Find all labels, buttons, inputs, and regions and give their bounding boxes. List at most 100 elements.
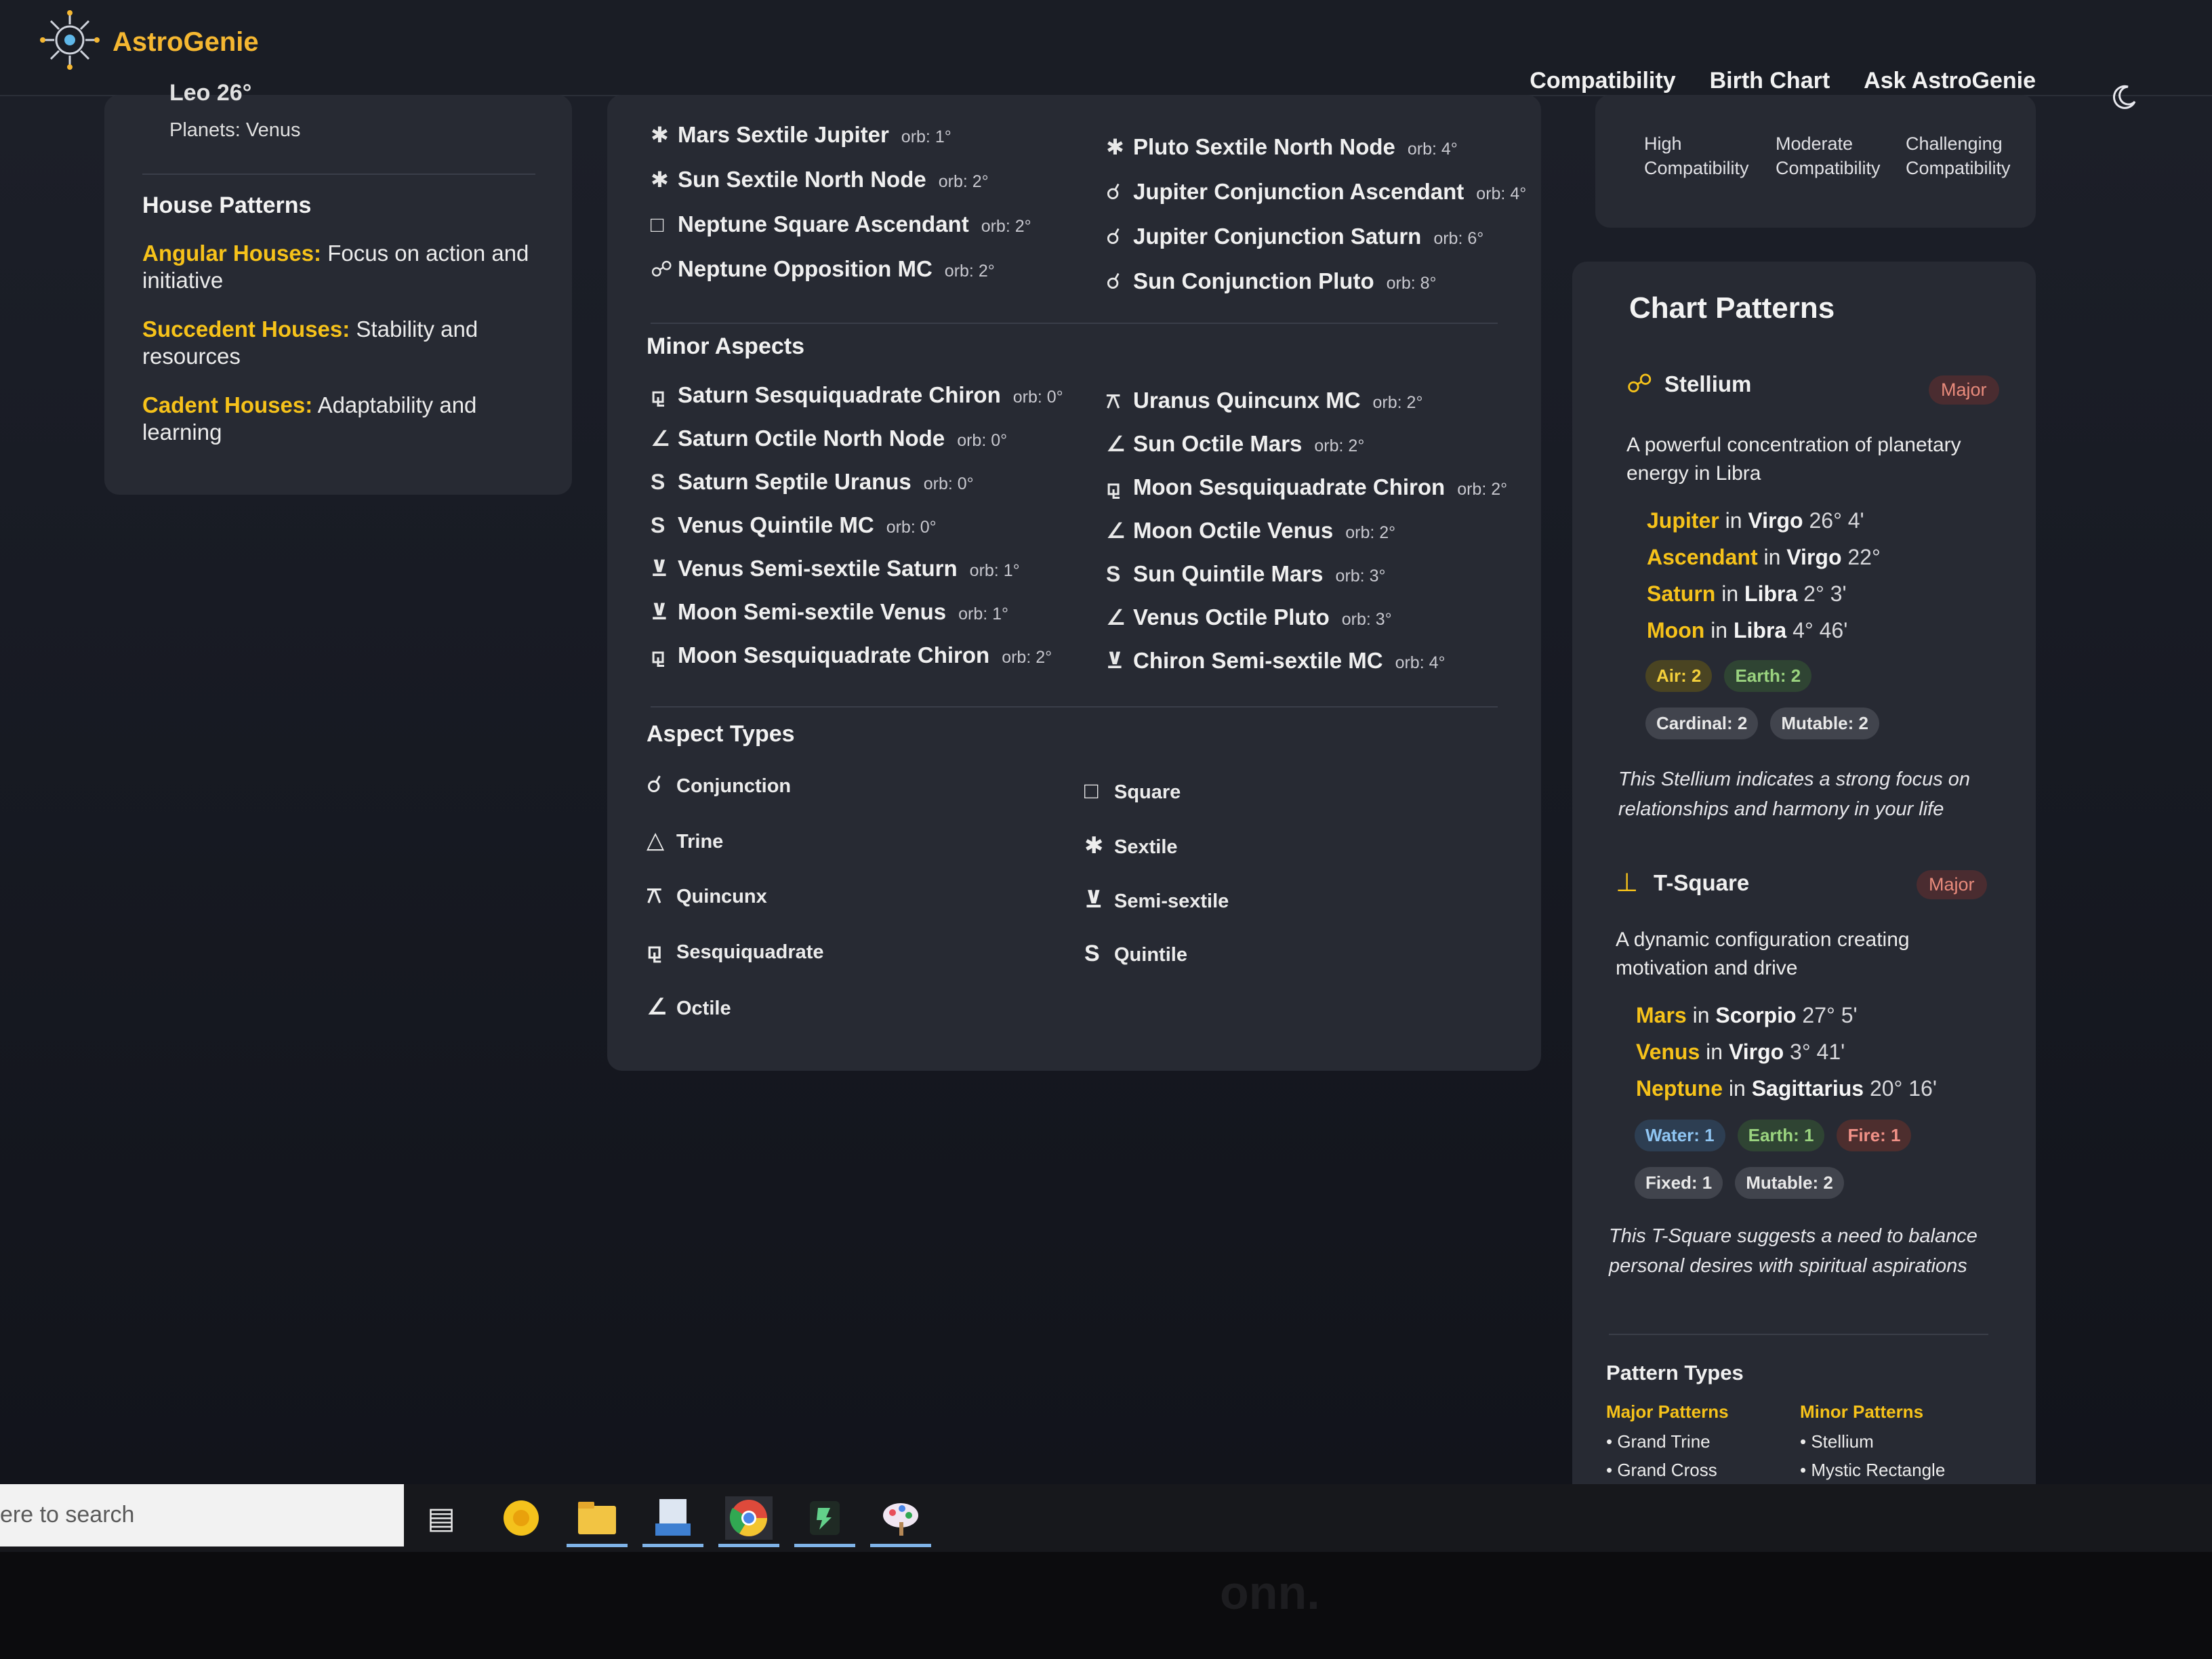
quintile-icon: S bbox=[651, 513, 665, 537]
conjunction-icon: ☌ bbox=[1106, 224, 1121, 249]
aspect-orb: orb: 0° bbox=[886, 518, 937, 537]
house-patterns-title: House Patterns bbox=[142, 192, 312, 218]
pattern-note: This Stellium indicates a strong focus o… bbox=[1618, 769, 1971, 820]
planet-name: Jupiter bbox=[1647, 508, 1719, 533]
aspect-item: ☍ Neptune Opposition MC orb: 2° bbox=[651, 256, 995, 282]
planet-degree: 27° 5' bbox=[1802, 1003, 1858, 1027]
aspect-item: ✱ Pluto Sextile North Node orb: 4° bbox=[1106, 134, 1458, 160]
chip-water: Water: 1 bbox=[1635, 1120, 1725, 1151]
code-editor-icon[interactable] bbox=[801, 1496, 848, 1540]
file-explorer-icon[interactable] bbox=[573, 1496, 621, 1540]
square-icon: □ bbox=[1084, 778, 1099, 804]
aspect-orb: orb: 3° bbox=[1335, 567, 1386, 586]
aspect-item: □ Neptune Square Ascendant orb: 2° bbox=[651, 211, 1031, 237]
minor-aspects-title: Minor Aspects bbox=[647, 333, 805, 359]
planet-sign: Virgo bbox=[1748, 508, 1803, 533]
chrome-icon[interactable] bbox=[725, 1496, 773, 1540]
sign-partial: Leo 26° bbox=[169, 80, 252, 106]
aspect-type-item: △ Trine bbox=[647, 827, 723, 854]
house-key: Succedent Houses: bbox=[142, 316, 350, 342]
aspect-orb: orb: 0° bbox=[957, 431, 1008, 450]
aspect-orb: orb: 2° bbox=[1457, 480, 1508, 499]
taskbar: ere to search ▤ bbox=[0, 1484, 2212, 1552]
chip-mutable: Mutable: 2 bbox=[1735, 1167, 1844, 1199]
task-view-icon[interactable]: ▤ bbox=[417, 1496, 465, 1540]
aspect-type-name: Sesquiquadrate bbox=[676, 941, 824, 963]
pattern-planet: Mars in Scorpio 27° 5' bbox=[1636, 1003, 1858, 1028]
aspect-orb: orb: 1° bbox=[969, 561, 1020, 580]
aspect-name: Uranus Quincunx MC bbox=[1133, 388, 1361, 413]
octile-icon: ∠ bbox=[1106, 605, 1126, 630]
brand-name[interactable]: AstroGenie bbox=[112, 27, 259, 58]
semi-sextile-icon: ⊻ bbox=[651, 600, 668, 624]
pattern-description: A dynamic configuration creating motivat… bbox=[1616, 928, 1910, 979]
screen: AstroGenie Compatibility Birth Chart Ask… bbox=[0, 0, 2212, 1484]
in-word: in bbox=[1725, 508, 1742, 533]
aspect-orb: orb: 3° bbox=[1341, 610, 1392, 629]
square-icon: □ bbox=[651, 212, 664, 237]
legend-moderate: Moderate Compatibility bbox=[1776, 134, 1881, 178]
aspect-name: Neptune Opposition MC bbox=[678, 256, 933, 281]
aspect-type-name: Semi-sextile bbox=[1114, 890, 1229, 912]
document-app-icon[interactable] bbox=[649, 1496, 697, 1540]
divider bbox=[651, 323, 1498, 324]
app-yellow-icon[interactable] bbox=[497, 1496, 545, 1540]
aspect-name: Sun Octile Mars bbox=[1133, 431, 1303, 456]
in-word: in bbox=[1706, 1040, 1723, 1064]
astrogenie-logo-icon[interactable] bbox=[39, 9, 100, 70]
element-chips: Water: 1 Earth: 1 Fire: 1 bbox=[1635, 1120, 1912, 1151]
octile-icon: ∠ bbox=[647, 994, 668, 1020]
chart-patterns-card: Chart Patterns ☍ Stellium Major A powerfu… bbox=[1572, 262, 2036, 1484]
pattern-planet: Venus in Virgo 3° 41' bbox=[1636, 1040, 1845, 1065]
aspect-name: Jupiter Conjunction Saturn bbox=[1133, 224, 1422, 249]
planet-sign: Virgo bbox=[1728, 1040, 1784, 1064]
nav-compatibility[interactable]: Compatibility bbox=[1530, 68, 1675, 94]
taskbar-search-input[interactable]: ere to search bbox=[0, 1484, 404, 1547]
tsquare-header[interactable]: ⊥ T-Square bbox=[1616, 867, 1749, 898]
active-indicator bbox=[642, 1544, 703, 1547]
aspect-name: Saturn Sesquiquadrate Chiron bbox=[678, 382, 1001, 407]
aspect-item: ⚻ Uranus Quincunx MC orb: 2° bbox=[1106, 388, 1422, 414]
paint-app-icon[interactable] bbox=[877, 1496, 924, 1540]
planet-name: Saturn bbox=[1647, 581, 1716, 606]
aspect-orb: orb: 4° bbox=[1407, 140, 1458, 159]
semi-sextile-icon: ⊻ bbox=[1084, 887, 1103, 913]
active-indicator bbox=[870, 1544, 931, 1547]
pattern-type-item: • Stellium bbox=[1800, 1431, 1874, 1452]
pattern-planet: Moon in Libra 4° 46' bbox=[1647, 618, 1847, 643]
aspect-name: Moon Sesquiquadrate Chiron bbox=[678, 642, 990, 668]
pattern-planet: Saturn in Libra 2° 3' bbox=[1647, 581, 1847, 607]
active-indicator bbox=[718, 1544, 779, 1547]
aspect-name: Chiron Semi-sextile MC bbox=[1133, 648, 1383, 673]
house-key: Angular Houses: bbox=[142, 241, 322, 266]
legend-challenging: Challenging Compatibility bbox=[1906, 134, 2011, 178]
chart-patterns-title: Chart Patterns bbox=[1629, 291, 1835, 325]
stellium-header[interactable]: ☍ Stellium bbox=[1626, 369, 1751, 399]
tsquare-icon: ⊥ bbox=[1616, 869, 1639, 897]
pattern-name: Stellium bbox=[1664, 371, 1752, 396]
aspect-item: ☌ Jupiter Conjunction Saturn orb: 6° bbox=[1106, 224, 1483, 249]
pattern-types-title: Pattern Types bbox=[1606, 1361, 1744, 1385]
octile-icon: ∠ bbox=[1106, 518, 1126, 543]
main-nav: Compatibility Birth Chart Ask AstroGenie bbox=[1530, 68, 2036, 94]
pattern-type-item: • Mystic Rectangle bbox=[1800, 1460, 1946, 1480]
planet-name: Neptune bbox=[1636, 1076, 1723, 1101]
nav-ask-astrogenie[interactable]: Ask AstroGenie bbox=[1864, 68, 2036, 94]
aspect-name: Jupiter Conjunction Ascendant bbox=[1133, 179, 1465, 204]
nav-birth-chart[interactable]: Birth Chart bbox=[1710, 68, 1830, 94]
moon-icon[interactable] bbox=[2110, 84, 2137, 111]
major-patterns-heading: Major Patterns bbox=[1606, 1401, 1729, 1422]
house-key: Cadent Houses: bbox=[142, 392, 313, 417]
aspect-orb: orb: 1° bbox=[958, 605, 1009, 623]
quintile-icon: S bbox=[1106, 562, 1121, 586]
aspect-type-item: ⚻ Quincunx bbox=[647, 882, 767, 909]
house-item-cadent: Cadent Houses: Adaptability and learning bbox=[142, 392, 549, 446]
sextile-icon: ✱ bbox=[651, 123, 669, 147]
sextile-icon: ✱ bbox=[651, 167, 669, 192]
pattern-name: T-Square bbox=[1654, 869, 1750, 895]
pattern-type-item: • Grand Trine bbox=[1606, 1431, 1711, 1452]
planet-sign: Sagittarius bbox=[1751, 1076, 1864, 1101]
aspect-name: Moon Octile Venus bbox=[1133, 518, 1334, 543]
aspect-item: ☌ Jupiter Conjunction Ascendant orb: 4° bbox=[1106, 179, 1526, 205]
aspect-types-title: Aspect Types bbox=[647, 721, 795, 747]
